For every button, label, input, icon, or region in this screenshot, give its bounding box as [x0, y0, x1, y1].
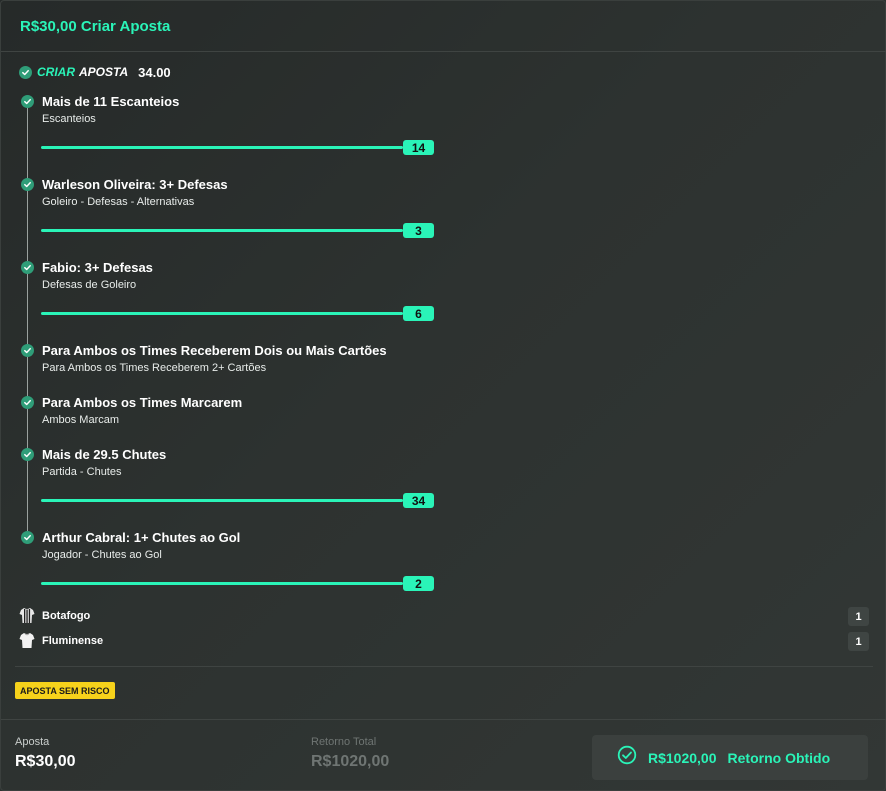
bet-summary: CRIAR APOSTA 34.00 [19, 64, 171, 80]
selection-title: Mais de 11 Escanteios [42, 94, 180, 109]
total-return-value: R$1020,00 [311, 753, 390, 770]
team-row-away: Fluminense 1 [19, 632, 869, 651]
check-circle-icon [21, 95, 34, 108]
team-row-home: Botafogo 1 [19, 607, 869, 626]
selection-title: Warleson Oliveira: 3+ Defesas [42, 177, 228, 192]
selection-title: Fabio: 3+ Defesas [42, 260, 153, 275]
progress-value-badge: 6 [403, 306, 434, 321]
progress-value-badge: 3 [403, 223, 434, 238]
return-amount: R$1020,00 [648, 749, 717, 766]
striped-jersey-icon [19, 607, 35, 629]
selection-subtitle: Defesas de Goleiro [42, 279, 137, 291]
timeline-line [27, 102, 28, 539]
progress-bar [41, 312, 403, 315]
check-circle-icon [21, 261, 34, 274]
aposta-label: APOSTA [79, 65, 129, 79]
progress-bar [41, 499, 403, 502]
selection-subtitle: Jogador - Chutes ao Gol [42, 549, 162, 561]
team-name: Fluminense [42, 635, 104, 647]
criar-label: CRIAR [37, 65, 75, 79]
divider [15, 666, 873, 667]
bet-builder-card: R$30,00 Criar Aposta CRIAR APOSTA 34.00 … [0, 0, 886, 791]
progress-value-badge: 14 [403, 140, 434, 155]
selection-subtitle: Partida - Chutes [42, 466, 122, 478]
risk-free-badge: APOSTA SEM RISCO [15, 682, 115, 699]
check-circle-icon [21, 178, 34, 191]
progress-bar [41, 582, 403, 585]
selection-title: Para Ambos os Times Receberem Dois ou Ma… [42, 343, 387, 358]
progress-bar [41, 146, 403, 149]
header[interactable]: R$30,00 Criar Aposta [1, 1, 886, 52]
jersey-icon [19, 632, 35, 654]
check-circle-icon [21, 396, 34, 409]
stake-value: R$30,00 [15, 753, 76, 770]
check-circle-icon [21, 531, 34, 544]
total-odds: 34.00 [138, 64, 171, 80]
selection-subtitle: Escanteios [42, 113, 96, 125]
check-circle-icon [21, 448, 34, 461]
check-circle-outline-icon [617, 745, 637, 770]
selection-title: Arthur Cabral: 1+ Chutes ao Gol [42, 530, 241, 545]
progress-bar [41, 229, 403, 232]
check-circle-icon [19, 65, 32, 79]
selection-subtitle: Para Ambos os Times Receberem 2+ Cartões [42, 362, 267, 374]
return-obtained-button[interactable]: R$1020,00 Retorno Obtido [592, 735, 868, 780]
team-score: 1 [848, 632, 869, 651]
check-circle-icon [21, 344, 34, 357]
team-score: 1 [848, 607, 869, 626]
return-obtained-label: Retorno Obtido [727, 749, 831, 766]
header-title: R$30,00 Criar Aposta [20, 18, 171, 35]
stake-label: Aposta [15, 736, 50, 748]
selection-title: Para Ambos os Times Marcarem [42, 395, 243, 410]
team-name: Botafogo [42, 610, 91, 622]
selection-subtitle: Ambos Marcam [42, 414, 120, 426]
progress-value-badge: 34 [403, 493, 434, 508]
progress-value-badge: 2 [403, 576, 434, 591]
total-return-label: Retorno Total [311, 736, 377, 748]
selection-title: Mais de 29.5 Chutes [42, 447, 167, 462]
selection-subtitle: Goleiro - Defesas - Alternativas [42, 196, 195, 208]
